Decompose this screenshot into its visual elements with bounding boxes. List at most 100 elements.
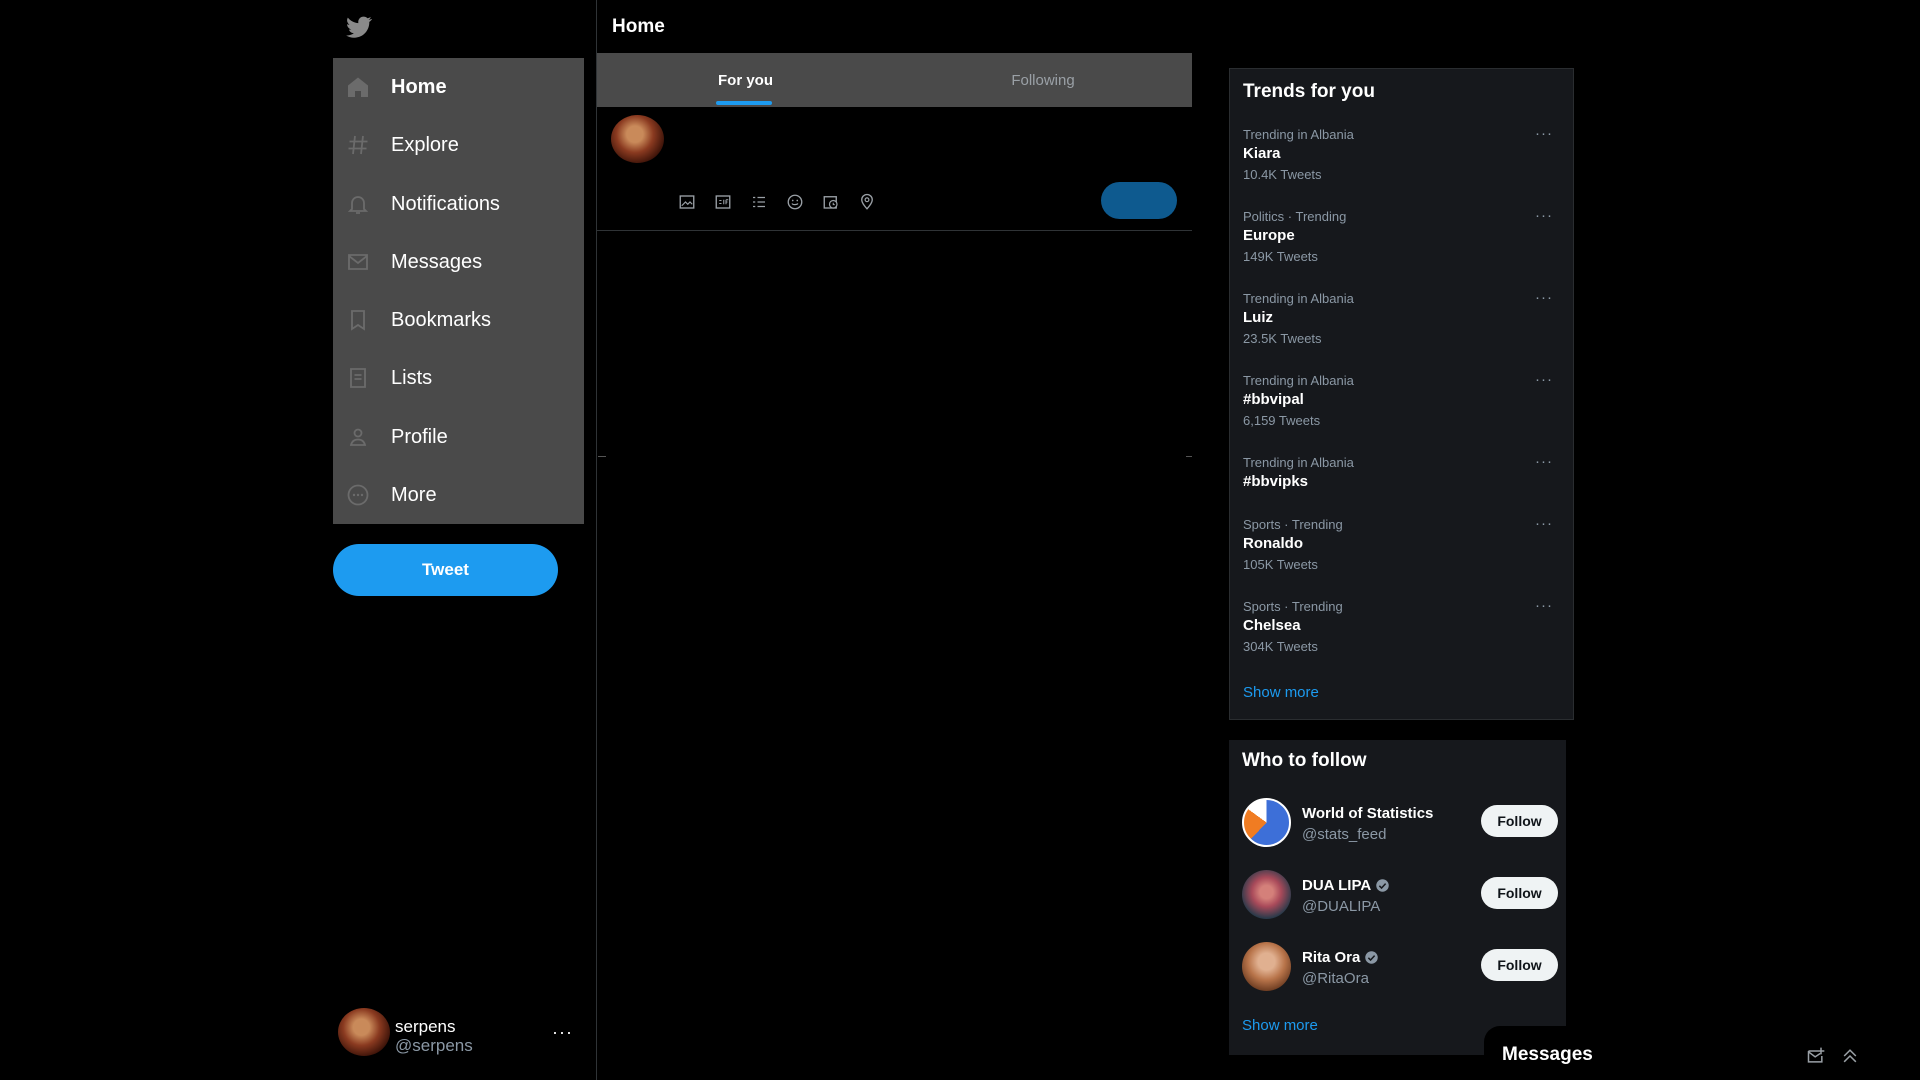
trend-item[interactable]: Trending in Albania #bbvipal 6,159 Tweet…: [1230, 371, 1575, 435]
trend-topic: Ronaldo: [1243, 535, 1303, 552]
more-dots-icon[interactable]: ···: [1535, 207, 1553, 224]
tab-label: For you: [718, 71, 773, 89]
trend-count: 10.4K Tweets: [1243, 167, 1322, 182]
trend-context: Sports · Trending: [1243, 517, 1343, 532]
trend-count: 23.5K Tweets: [1243, 331, 1322, 346]
location-icon[interactable]: [855, 190, 878, 213]
nav-item-profile[interactable]: Profile: [333, 408, 584, 466]
compose-tweet-button[interactable]: [1101, 182, 1177, 219]
image-icon[interactable]: [675, 190, 698, 213]
who-to-follow-title: Who to follow: [1242, 750, 1367, 771]
verified-badge-icon: [1365, 951, 1379, 964]
compose-toolbar: [675, 190, 878, 214]
primary-nav: Home Explore Notifications Messages Book…: [333, 58, 584, 524]
trend-context: Trending in Albania: [1243, 291, 1354, 306]
more-circle-icon: [345, 482, 371, 508]
nav-item-lists[interactable]: Lists: [333, 349, 584, 407]
nav-item-label: Lists: [391, 366, 433, 389]
trend-topic: Luiz: [1243, 309, 1273, 326]
avatar: [1242, 798, 1291, 847]
more-dots-icon[interactable]: ···: [1535, 597, 1553, 614]
trends-show-more-link[interactable]: Show more: [1243, 684, 1319, 701]
home-icon: [345, 74, 371, 100]
nav-item-label: Explore: [391, 133, 459, 156]
trend-count: 304K Tweets: [1243, 639, 1318, 654]
tab-label: Following: [1011, 71, 1075, 89]
follow-suggestion[interactable]: World of Statistics @stats_feed Follow: [1229, 796, 1566, 850]
bell-icon: [345, 191, 371, 217]
account-handle: @DUALIPA: [1302, 898, 1381, 915]
account-switcher[interactable]: serpens @serpens ···: [338, 1006, 590, 1058]
nav-item-notifications[interactable]: Notifications: [333, 175, 584, 233]
more-dots-icon[interactable]: ···: [1535, 515, 1553, 532]
compose-divider: [597, 230, 1192, 231]
more-dots-icon[interactable]: ···: [1535, 125, 1553, 142]
follow-suggestion[interactable]: Rita Ora @RitaOra Follow: [1229, 940, 1566, 994]
trends-title: Trends for you: [1243, 81, 1375, 102]
tweet-button[interactable]: Tweet: [333, 544, 558, 596]
gif-icon[interactable]: [711, 190, 734, 213]
who-to-follow-show-more-link[interactable]: Show more: [1242, 1017, 1318, 1034]
page-title: Home: [612, 16, 665, 37]
more-dots-icon[interactable]: ···: [1535, 289, 1553, 306]
trend-context: Politics · Trending: [1243, 209, 1347, 224]
poll-icon[interactable]: [747, 190, 770, 213]
bookmark-icon: [345, 307, 371, 333]
tab-for-you[interactable]: For you: [597, 53, 894, 107]
verified-badge-icon: [1376, 879, 1389, 892]
column-divider: [596, 0, 597, 1080]
nav-item-label: Home: [391, 75, 447, 98]
active-tab-indicator: [716, 101, 772, 105]
envelope-icon: [345, 249, 371, 275]
emoji-icon[interactable]: [783, 190, 806, 213]
follow-button[interactable]: Follow: [1481, 805, 1558, 837]
twitter-logo-icon[interactable]: [344, 14, 374, 40]
trend-topic: #bbvipks: [1243, 473, 1309, 490]
trend-item[interactable]: Sports · Trending Chelsea 304K Tweets ··…: [1230, 597, 1575, 661]
trend-item[interactable]: Politics · Trending Europe 149K Tweets ·…: [1230, 207, 1575, 271]
nav-item-explore[interactable]: Explore: [333, 116, 584, 174]
schedule-icon[interactable]: [819, 190, 842, 213]
trend-topic: Kiara: [1243, 145, 1281, 162]
person-icon: [345, 424, 371, 450]
nav-item-label: More: [391, 483, 437, 506]
follow-button[interactable]: Follow: [1481, 949, 1558, 981]
divider: [598, 456, 606, 457]
nav-item-messages[interactable]: Messages: [333, 233, 584, 291]
nav-item-label: Profile: [391, 425, 448, 448]
more-dots-icon[interactable]: ···: [552, 1022, 573, 1043]
new-message-icon[interactable]: [1806, 1046, 1828, 1068]
trend-topic: #bbvipal: [1243, 391, 1304, 408]
trend-item[interactable]: Trending in Albania Kiara 10.4K Tweets ·…: [1230, 125, 1575, 189]
trend-count: 6,159 Tweets: [1243, 413, 1321, 428]
list-icon: [345, 365, 371, 391]
account-handle: @stats_feed: [1302, 826, 1387, 843]
account-name: World of Statistics: [1302, 805, 1434, 822]
trends-panel: Trends for you Trending in Albania Kiara…: [1229, 68, 1574, 720]
expand-up-icon[interactable]: [1840, 1046, 1862, 1068]
trend-item[interactable]: Trending in Albania Luiz 23.5K Tweets ··…: [1230, 289, 1575, 353]
hashtag-icon: [345, 132, 371, 158]
nav-item-label: Bookmarks: [391, 308, 492, 331]
account-handle: @RitaOra: [1302, 970, 1369, 987]
trend-topic: Europe: [1243, 227, 1295, 244]
nav-item-label: Messages: [391, 250, 483, 273]
more-dots-icon[interactable]: ···: [1535, 453, 1553, 470]
nav-item-more[interactable]: More: [333, 466, 584, 524]
trend-count: 149K Tweets: [1243, 249, 1318, 264]
avatar: [338, 1008, 390, 1056]
trend-item[interactable]: Trending in Albania #bbvipks ···: [1230, 453, 1575, 517]
trend-context: Trending in Albania: [1243, 127, 1354, 142]
trend-item[interactable]: Sports · Trending Ronaldo 105K Tweets ··…: [1230, 515, 1575, 579]
more-dots-icon[interactable]: ···: [1535, 371, 1553, 388]
follow-suggestion[interactable]: DUA LIPA @DUALIPA Follow: [1229, 868, 1566, 922]
follow-button[interactable]: Follow: [1481, 877, 1558, 909]
messages-drawer-title: Messages: [1502, 1044, 1593, 1065]
nav-item-bookmarks[interactable]: Bookmarks: [333, 291, 584, 349]
trend-context: Sports · Trending: [1243, 599, 1343, 614]
tab-following[interactable]: Following: [894, 53, 1192, 107]
avatar[interactable]: [611, 115, 664, 163]
messages-drawer[interactable]: Messages: [1484, 1026, 1876, 1080]
nav-item-home[interactable]: Home: [333, 58, 584, 116]
account-name: DUA LIPA: [1302, 877, 1390, 894]
